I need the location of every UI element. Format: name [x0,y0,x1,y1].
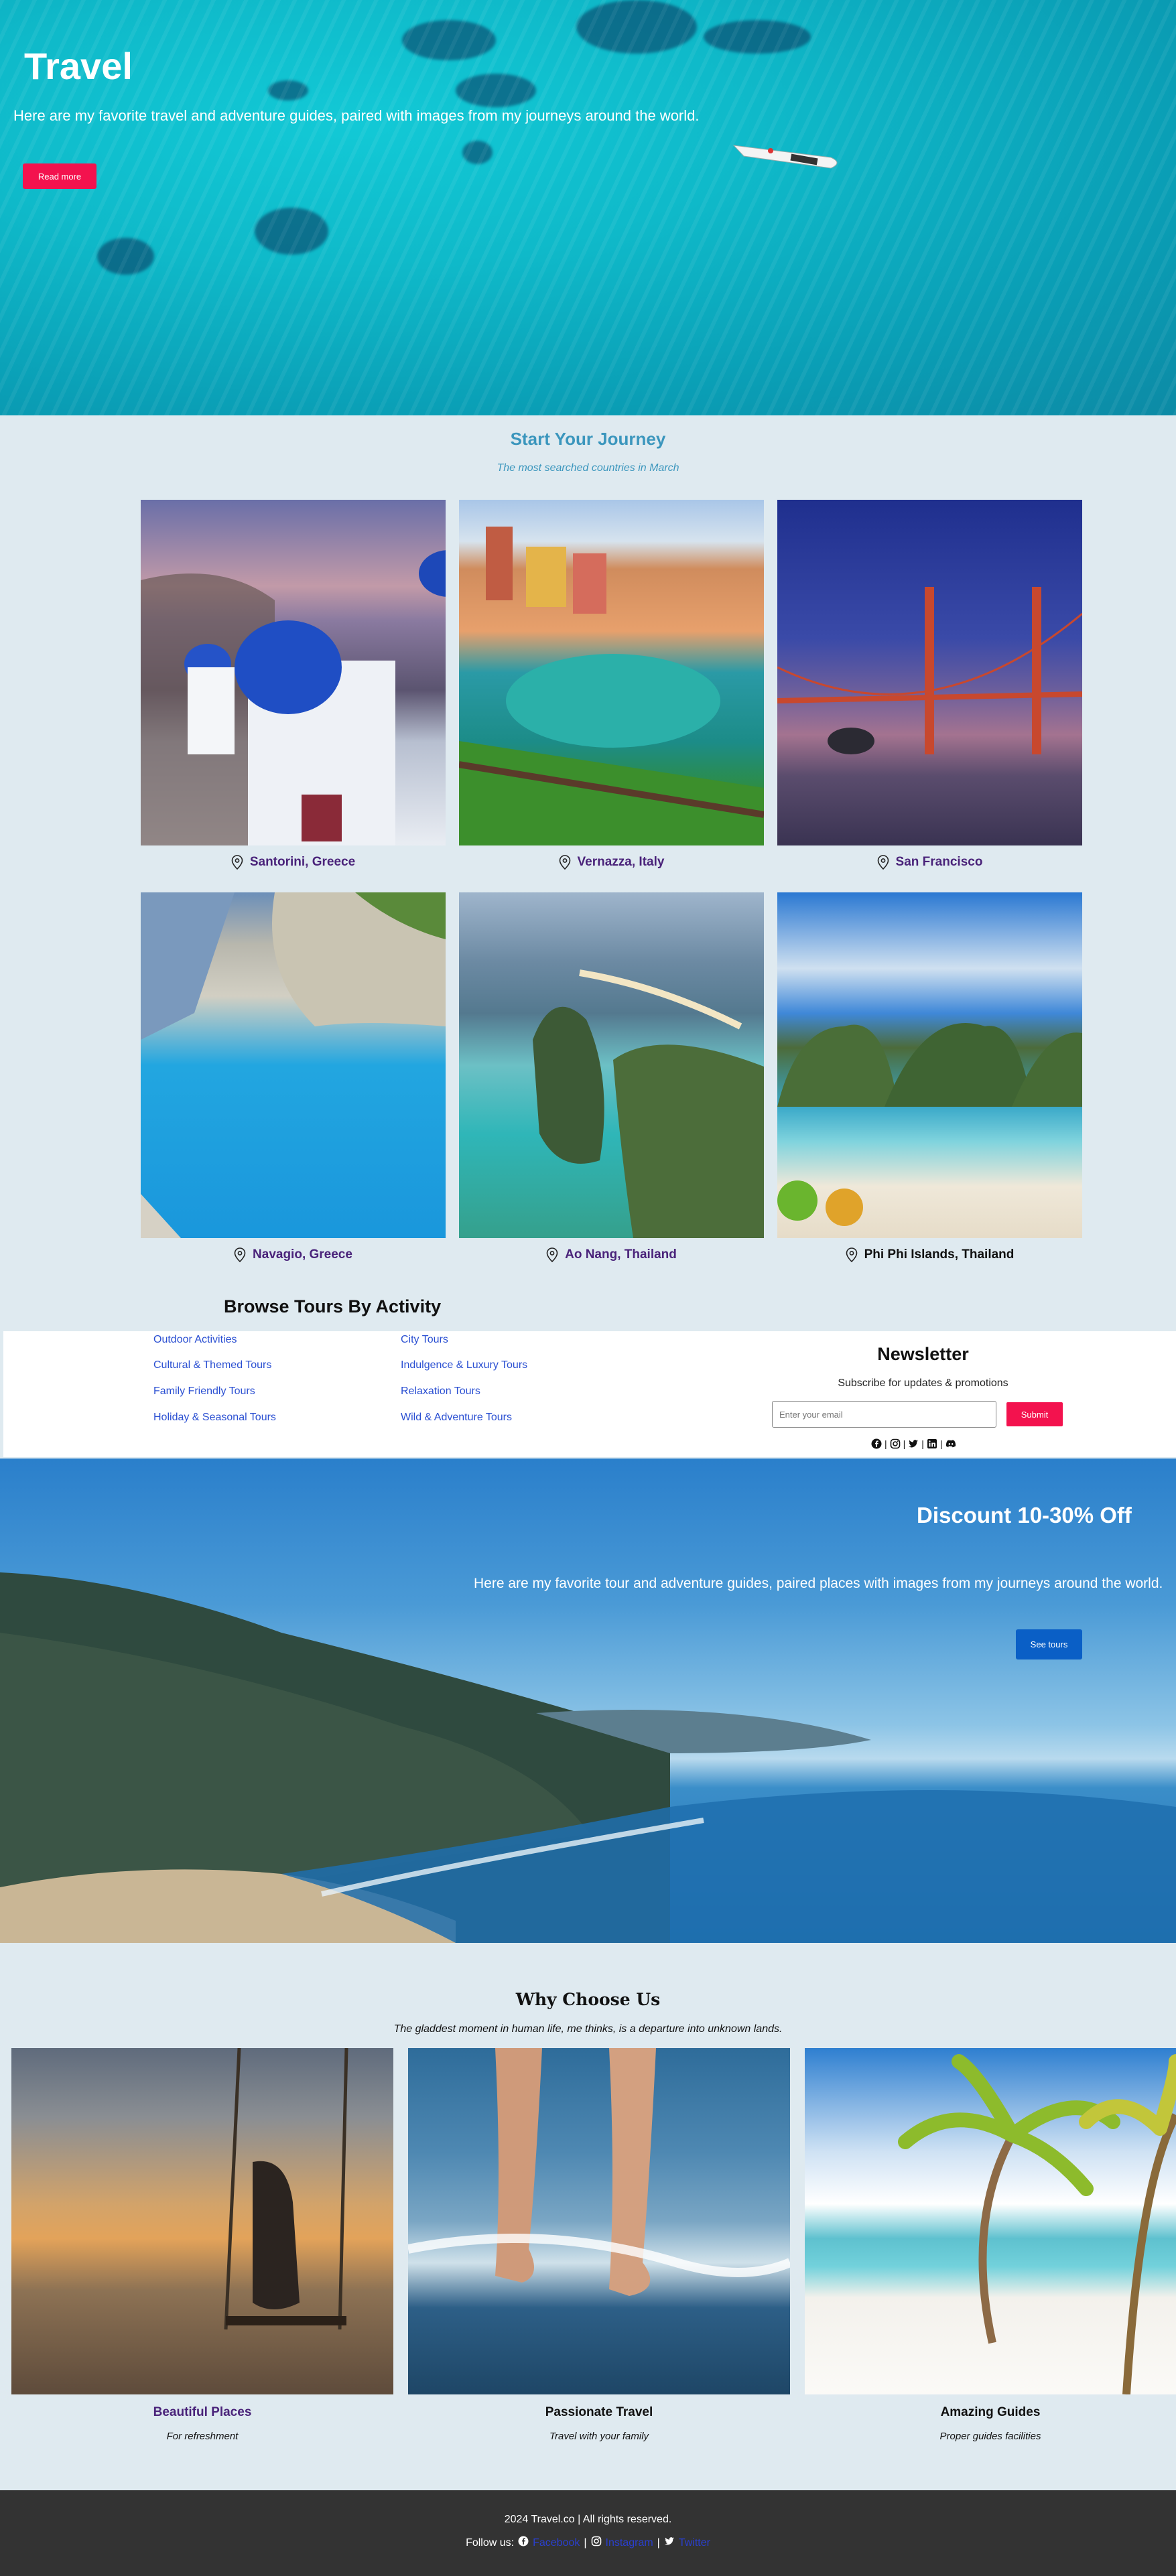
destination-image-san-francisco [777,500,1082,845]
why-choose-subtitle: The gladdest moment in human life, me th… [393,2023,783,2035]
submit-button[interactable]: Submit [1006,1402,1063,1426]
destination-image-santorini [141,500,446,845]
tour-link-holiday[interactable]: Holiday & Seasonal Tours [153,1412,276,1424]
browse-tours-title: Browse Tours By Activity [224,1296,442,1316]
destination-name: Vernazza, Italy [577,855,665,869]
read-more-button[interactable]: Read more [23,163,96,189]
location-pin-icon [234,1247,246,1262]
footer-link-twitter[interactable]: Twitter [679,2537,710,2549]
social-icons: | | | | [871,1438,956,1449]
why-card: Beautiful Places For refreshment [11,2048,393,2442]
see-tours-button[interactable]: See tours [1016,1629,1082,1659]
destination-image-navagio [141,892,446,1238]
discount-title: Discount 10-30% Off [917,1503,1132,1528]
footer [0,2490,1176,2576]
destination-label[interactable]: Phi Phi Islands, Thailand [777,1238,1082,1272]
footer-link-instagram[interactable]: Instagram [606,2537,653,2549]
why-text: Proper guides facilities [939,2431,1041,2442]
discord-icon[interactable] [945,1438,956,1449]
location-pin-icon [877,855,889,870]
destination-card[interactable]: Navagio, Greece [141,892,446,1272]
why-text: For refreshment [166,2431,239,2442]
linkedin-icon[interactable] [927,1438,937,1449]
footer-link-facebook[interactable]: Facebook [533,2537,580,2549]
destination-card[interactable]: Ao Nang, Thailand [459,892,764,1272]
destination-card[interactable]: Santorini, Greece [141,500,446,879]
destination-image-vernazza [459,500,764,845]
why-heading: Beautiful Places [153,2405,252,2419]
tour-link-adventure[interactable]: Wild & Adventure Tours [401,1412,512,1424]
destination-name: Ao Nang, Thailand [565,1247,677,1262]
destination-card[interactable]: Phi Phi Islands, Thailand [777,892,1082,1272]
follow-label: Follow us: [466,2536,515,2549]
beautiful-places-image [11,2048,393,2394]
why-heading: Amazing Guides [940,2405,1041,2419]
footer-follow: Follow us: Facebook | Instagram | Twitte… [0,2536,1176,2550]
destination-name: Navagio, Greece [253,1247,352,1262]
tour-link-city[interactable]: City Tours [401,1334,448,1346]
why-card: Amazing Guides Proper guides facilities [805,2048,1176,2442]
destination-name: Phi Phi Islands, Thailand [864,1247,1015,1262]
discount-banner [0,1459,1176,1943]
passionate-travel-image [408,2048,790,2394]
location-pin-icon [846,1247,857,1262]
amazing-guides-image [805,2048,1176,2394]
why-text: Travel with your family [549,2431,649,2442]
why-card: Passionate Travel Travel with your famil… [408,2048,790,2442]
location-pin-icon [559,855,570,870]
newsletter-title: Newsletter [877,1344,969,1364]
destination-card[interactable]: Vernazza, Italy [459,500,764,879]
destination-label[interactable]: Santorini, Greece [141,845,446,879]
location-pin-icon [231,855,243,870]
instagram-icon[interactable] [890,1438,901,1449]
newsletter-subtitle: Subscribe for updates & promotions [838,1377,1008,1389]
hero-banner [0,0,1176,415]
destination-label[interactable]: San Francisco [777,845,1082,879]
boat-image [732,145,838,169]
tour-link-luxury[interactable]: Indulgence & Luxury Tours [401,1359,527,1371]
email-input[interactable] [772,1401,996,1428]
destination-label[interactable]: Vernazza, Italy [459,845,764,879]
twitter-icon[interactable] [908,1438,919,1449]
destination-card[interactable]: San Francisco [777,500,1082,879]
destination-label[interactable]: Navagio, Greece [141,1238,446,1272]
destination-image-ao-nang [459,892,764,1238]
facebook-icon [518,2536,529,2550]
tour-link-relaxation[interactable]: Relaxation Tours [401,1385,480,1398]
twitter-icon [664,2536,675,2550]
journey-title: Start Your Journey [510,429,666,449]
tour-link-family[interactable]: Family Friendly Tours [153,1385,255,1398]
water-texture [0,0,1176,415]
why-heading: Passionate Travel [545,2405,653,2419]
destination-name: Santorini, Greece [249,855,356,869]
destination-image-phi-phi [777,892,1082,1238]
discount-subtitle: Here are my favorite tour and adventure … [474,1576,1163,1591]
hero-title: Travel [24,45,133,87]
footer-copyright: 2024 Travel.co | All rights reserved. [504,2514,672,2525]
journey-subtitle: The most searched countries in March [497,462,679,474]
hero-subtitle: Here are my favorite travel and adventur… [13,107,700,124]
location-pin-icon [546,1247,558,1262]
why-choose-title: Why Choose Us [515,1990,661,2009]
facebook-icon[interactable] [871,1438,882,1449]
destination-name: San Francisco [895,855,983,869]
destination-label[interactable]: Ao Nang, Thailand [459,1238,764,1272]
tour-link-outdoor[interactable]: Outdoor Activities [153,1334,237,1346]
instagram-icon [591,2536,602,2550]
tour-link-cultural[interactable]: Cultural & Themed Tours [153,1359,271,1371]
